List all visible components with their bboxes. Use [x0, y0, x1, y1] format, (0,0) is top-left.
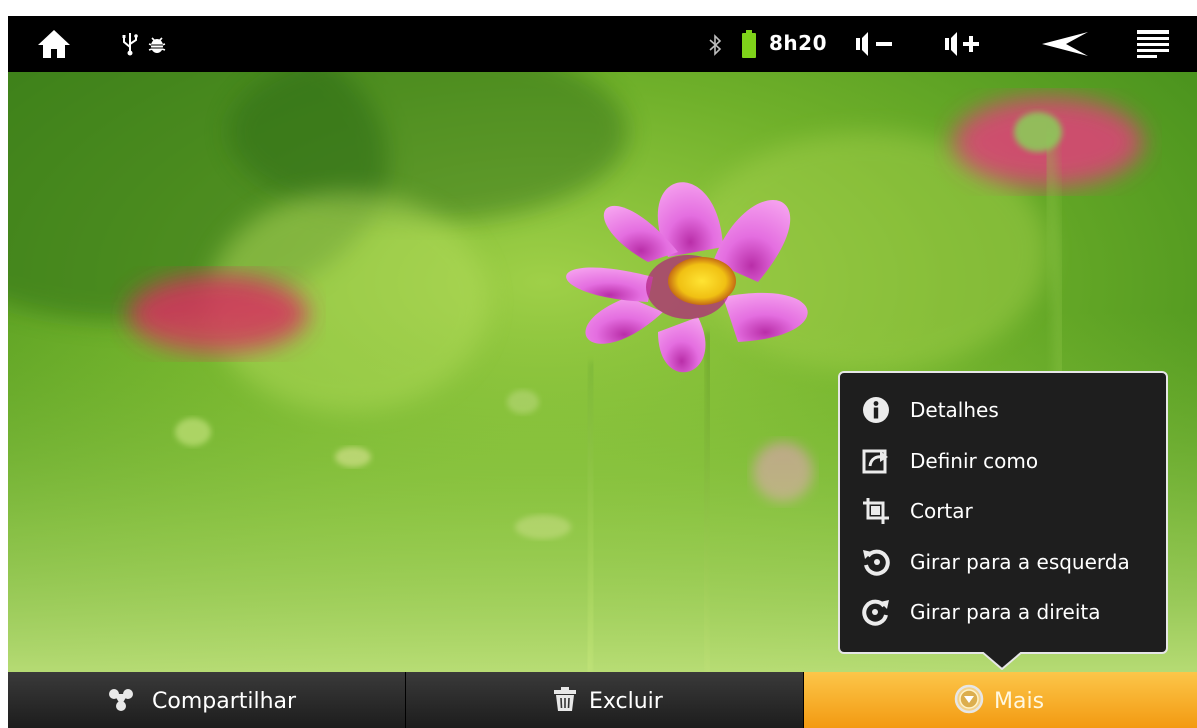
more-options-menu: Detalhes Definir como Cortar Girar para … — [838, 371, 1168, 654]
menu-item-set-as[interactable]: Definir como — [840, 436, 1166, 487]
menu-item-label: Girar para a direita — [910, 600, 1101, 624]
battery-icon — [742, 30, 756, 58]
menu-item-label: Cortar — [910, 499, 973, 523]
action-bar: Compartilhar Excluir Mais — [8, 672, 1197, 728]
more-label: Mais — [994, 689, 1045, 714]
android-debug-icon — [148, 37, 166, 53]
delete-label: Excluir — [589, 689, 663, 714]
back-icon[interactable] — [1040, 30, 1090, 58]
status-bar: 8h20 — [8, 16, 1197, 72]
menu-item-label: Definir como — [910, 448, 1039, 473]
usb-icon — [122, 33, 138, 56]
rotate-left-icon — [863, 549, 890, 576]
rotate-right-icon — [862, 599, 889, 626]
share-label: Compartilhar — [152, 689, 297, 714]
trash-icon — [554, 687, 576, 711]
volume-up-icon[interactable] — [943, 30, 991, 58]
menu-item-rotate-left[interactable]: Girar para a esquerda — [840, 537, 1166, 588]
tablet-screen: 8h20 Compartilhar Excluir Mais Detalhes … — [8, 16, 1197, 728]
menu-icon[interactable] — [1135, 28, 1171, 60]
info-icon — [863, 397, 889, 423]
menu-item-label: Girar para a esquerda — [910, 549, 1130, 574]
chevron-down-circle-icon — [954, 684, 984, 714]
crop-icon — [863, 498, 889, 524]
menu-item-label: Detalhes — [910, 398, 999, 422]
menu-item-details[interactable]: Detalhes — [840, 385, 1166, 436]
menu-item-crop[interactable]: Cortar — [840, 486, 1166, 537]
volume-down-icon[interactable] — [854, 30, 902, 58]
popup-pointer — [982, 652, 1022, 670]
clock-time: 8h20 — [769, 31, 827, 55]
delete-button[interactable]: Excluir — [406, 672, 804, 728]
menu-item-rotate-right[interactable]: Girar para a direita — [840, 587, 1166, 638]
home-icon[interactable] — [36, 28, 72, 60]
set-as-icon — [862, 449, 888, 473]
more-button[interactable]: Mais — [804, 672, 1197, 728]
share-button[interactable]: Compartilhar — [8, 672, 406, 728]
bluetooth-icon — [709, 34, 722, 56]
share-icon — [109, 689, 133, 711]
